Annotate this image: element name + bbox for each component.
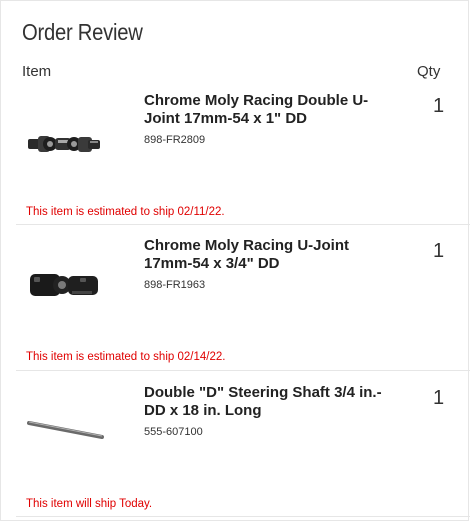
item-sku: 898-FR1963	[144, 279, 206, 291]
steering-shaft-icon[interactable]	[24, 407, 104, 457]
item-name[interactable]: Double "D" Steering Shaft 3/4 in.-DD x 1…	[144, 384, 399, 420]
u-joint-icon[interactable]	[24, 261, 104, 311]
order-item-row: Double "D" Steering Shaft 3/4 in.-DD x 1…	[16, 371, 470, 517]
item-sku: 898-FR2809	[144, 134, 206, 146]
item-sku: 555-607100	[144, 426, 203, 438]
item-qty: 1	[433, 95, 445, 117]
item-name[interactable]: Chrome Moly Racing Double U-Joint 17mm-5…	[144, 92, 399, 128]
order-item-row: Chrome Moly Racing Double U-Joint 17mm-5…	[16, 80, 470, 225]
double-u-joint-icon[interactable]	[24, 120, 104, 170]
column-header-qty: Qty	[417, 63, 441, 80]
item-qty: 1	[433, 387, 445, 409]
ship-estimate: This item is estimated to ship 02/11/22.	[26, 206, 225, 218]
ship-estimate: This item is estimated to ship 02/14/22.	[26, 351, 226, 363]
item-name[interactable]: Chrome Moly Racing U-Joint 17mm-54 x 3/4…	[144, 237, 399, 273]
ship-estimate: This item will ship Today.	[26, 498, 153, 510]
column-header-item: Item	[22, 63, 52, 80]
item-qty: 1	[433, 240, 445, 262]
order-item-row: Chrome Moly Racing U-Joint 17mm-54 x 3/4…	[16, 225, 470, 371]
page-title: Order Review	[22, 19, 143, 45]
